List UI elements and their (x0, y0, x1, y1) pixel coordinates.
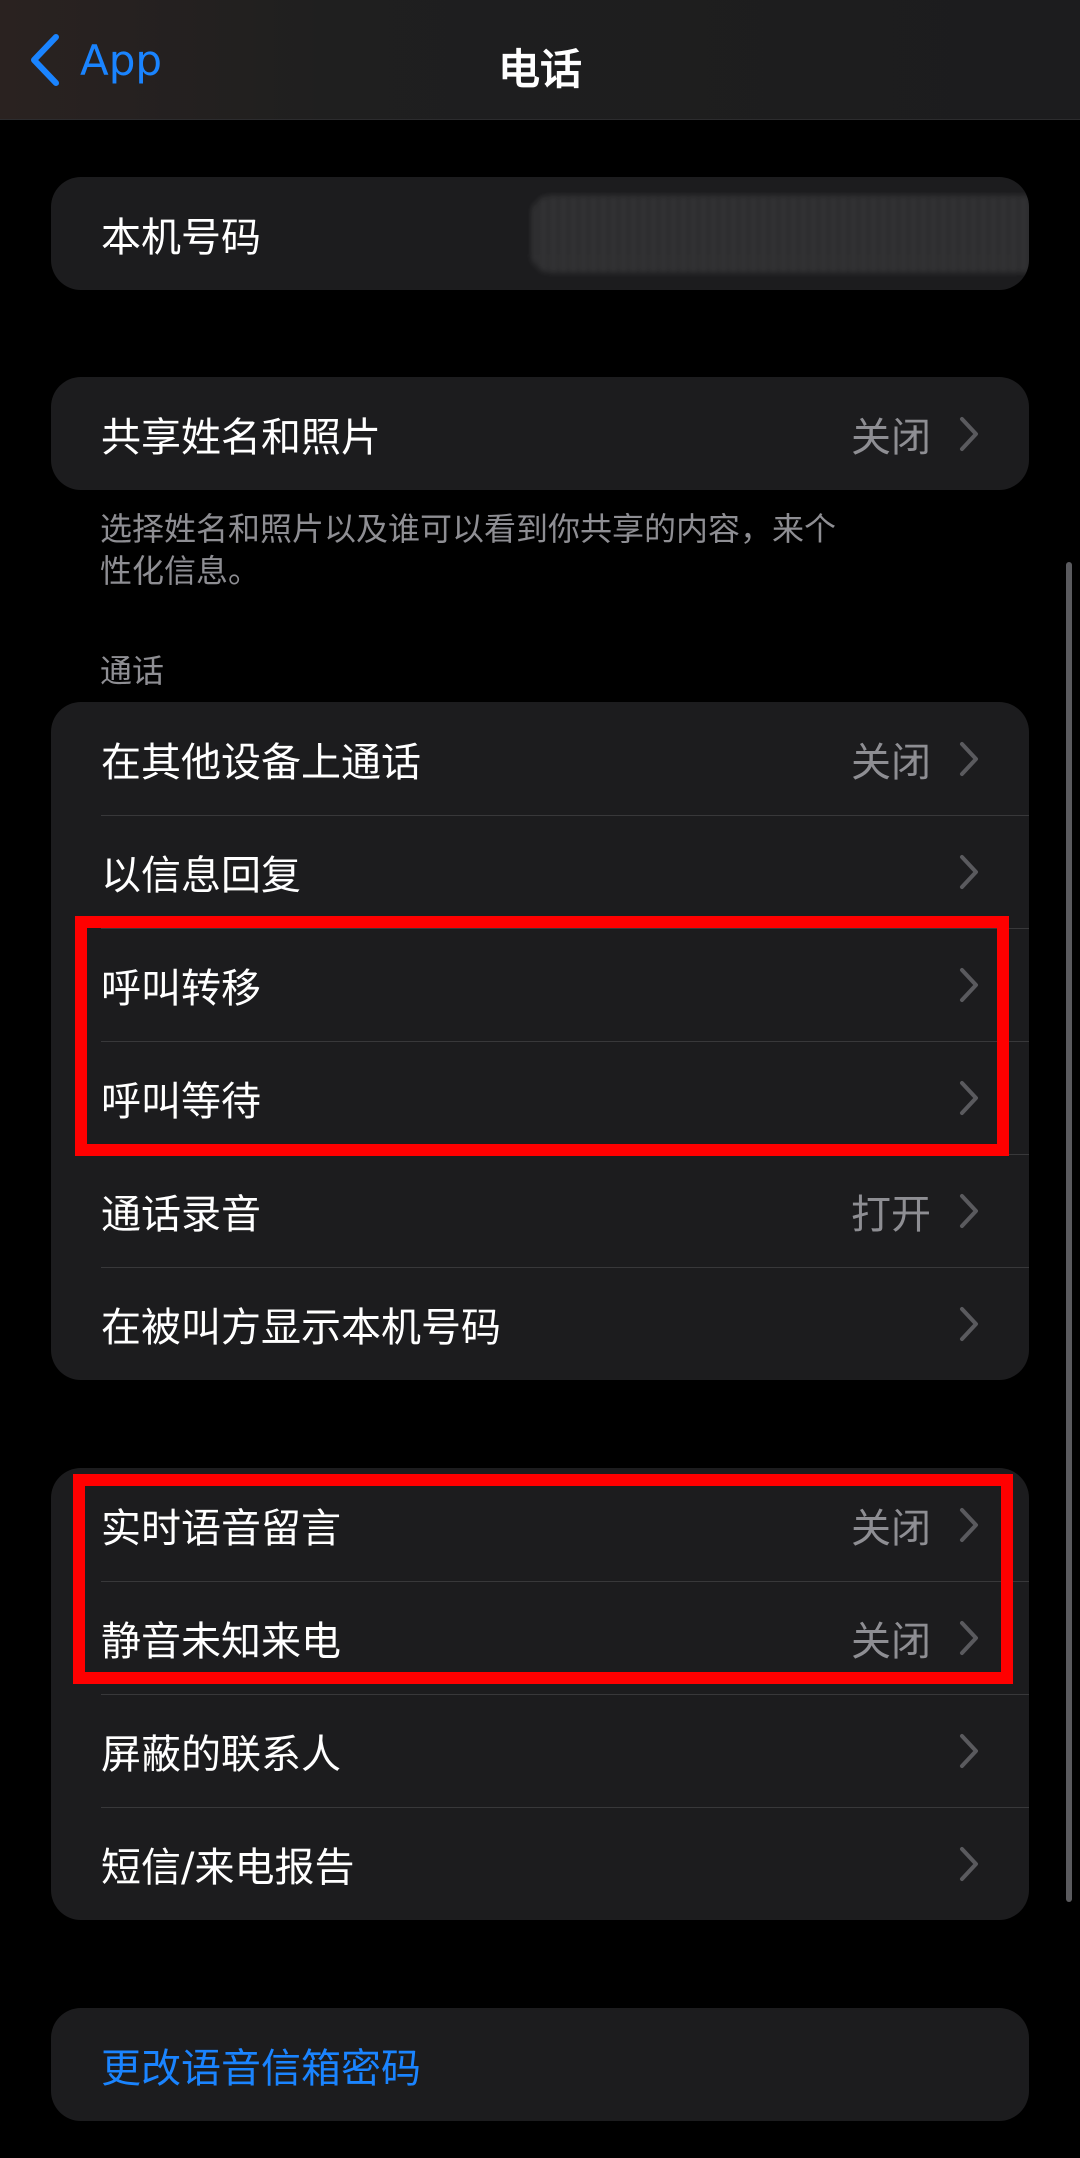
chevron-right-icon (960, 1080, 978, 1115)
row-label: 在其他设备上通话 (101, 739, 421, 786)
row-label: 短信/来电报告 (101, 1844, 355, 1891)
row-label: 实时语音留言 (101, 1505, 341, 1552)
chevron-right-icon (960, 1620, 978, 1655)
chevron-right-icon (960, 967, 978, 1002)
chevron-right-icon (960, 1507, 978, 1542)
calls-on-other-devices-row[interactable]: 在其他设备上通话 关闭 (51, 702, 1029, 815)
row-value: 关闭 (851, 739, 931, 786)
calls-section-header: 通话 (100, 652, 165, 690)
redacted-number (531, 195, 1029, 273)
show-caller-id-row[interactable]: 在被叫方显示本机号码 (51, 1267, 1029, 1380)
scroll-indicator[interactable] (1066, 562, 1072, 1902)
chevron-right-icon (960, 1306, 978, 1341)
chevron-right-icon (960, 741, 978, 776)
chevron-right-icon (960, 416, 978, 451)
my-number-row: 本机号码 (51, 177, 1029, 290)
row-label: 在被叫方显示本机号码 (101, 1304, 501, 1351)
share-name-row[interactable]: 共享姓名和照片 关闭 (51, 377, 1029, 490)
row-label: 以信息回复 (101, 852, 301, 899)
silence-unknown-callers-row[interactable]: 静音未知来电 关闭 (51, 1581, 1029, 1694)
sms-call-reporting-row[interactable]: 短信/来电报告 (51, 1807, 1029, 1920)
row-value: 关闭 (851, 1505, 931, 1552)
chevron-right-icon (960, 1846, 978, 1881)
row-label: 通话录音 (101, 1191, 261, 1238)
chevron-right-icon (960, 1733, 978, 1768)
row-label: 屏蔽的联系人 (101, 1731, 341, 1778)
row-value: 关闭 (851, 1618, 931, 1665)
change-voicemail-password-row[interactable]: 更改语音信箱密码 (51, 2008, 1029, 2121)
voicemail-password-group: 更改语音信箱密码 (51, 2008, 1029, 2121)
page-title: 电话 (497, 45, 582, 94)
share-name-footnote: 选择姓名和照片以及谁可以看到你共享的内容，来个性化信息。 (100, 510, 837, 590)
voicemail-group: 实时语音留言 关闭 静音未知来电 关闭 屏蔽的联系人 短信/来电报告 (51, 1468, 1029, 1920)
navigation-bar: App 电话 (0, 0, 1080, 120)
chevron-right-icon (960, 1193, 978, 1228)
row-label: 呼叫转移 (101, 965, 261, 1012)
calls-group: 在其他设备上通话 关闭 以信息回复 呼叫转移 呼叫等待 通话录音 打开 在被叫方… (51, 702, 1029, 1380)
blocked-contacts-row[interactable]: 屏蔽的联系人 (51, 1694, 1029, 1807)
phone-settings-screen: App 电话 本机号码 共享姓名和照片 关闭 选择姓名和照片以及谁可以看到你共享… (0, 0, 1080, 2158)
change-voicemail-password-link: 更改语音信箱密码 (101, 2045, 421, 2092)
share-name-label: 共享姓名和照片 (101, 414, 381, 461)
call-forwarding-row[interactable]: 呼叫转移 (51, 928, 1029, 1041)
share-name-group: 共享姓名和照片 关闭 (51, 377, 1029, 490)
live-voicemail-row[interactable]: 实时语音留言 关闭 (51, 1468, 1029, 1581)
share-name-value: 关闭 (851, 414, 931, 461)
chevron-right-icon (960, 854, 978, 889)
call-recording-row[interactable]: 通话录音 打开 (51, 1154, 1029, 1267)
row-label: 呼叫等待 (101, 1078, 261, 1125)
respond-with-text-row[interactable]: 以信息回复 (51, 815, 1029, 928)
row-value: 打开 (851, 1191, 931, 1238)
call-waiting-row[interactable]: 呼叫等待 (51, 1041, 1029, 1154)
my-number-label: 本机号码 (101, 214, 261, 261)
row-label: 静音未知来电 (101, 1618, 341, 1665)
my-number-group: 本机号码 (51, 177, 1029, 290)
